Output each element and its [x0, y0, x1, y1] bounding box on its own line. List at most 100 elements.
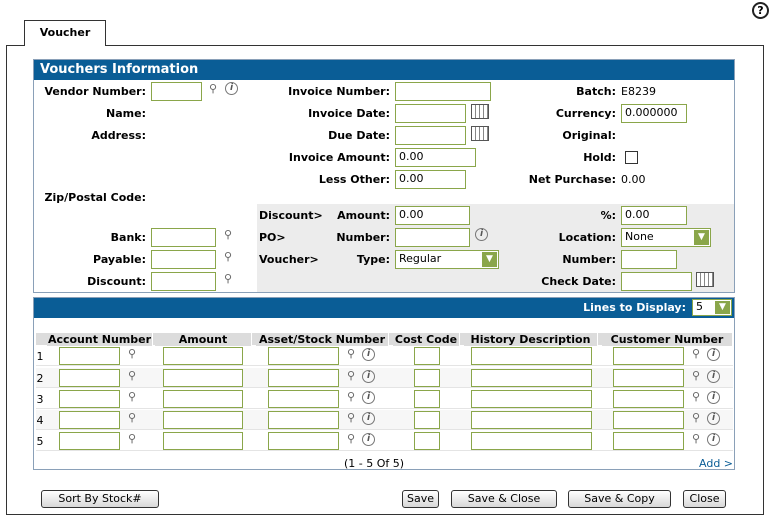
asset-stock-number-input[interactable] — [268, 411, 339, 429]
hold-checkbox[interactable] — [625, 151, 638, 164]
search-icon[interactable]: ⚲ — [125, 432, 139, 446]
due-date-input[interactable] — [395, 126, 466, 145]
add-line-link[interactable]: Add > — [699, 457, 733, 470]
tab-voucher[interactable]: Voucher — [24, 20, 106, 46]
asset-stock-number-input[interactable] — [268, 369, 339, 387]
search-icon[interactable]: ⚲ — [125, 411, 139, 425]
info-icon[interactable]: i — [707, 348, 720, 361]
search-icon[interactable]: ⚲ — [689, 347, 703, 361]
sort-by-stock-button[interactable]: Sort By Stock# — [41, 490, 159, 508]
currency-input[interactable]: 0.000000 — [621, 104, 687, 123]
search-icon[interactable]: ⚲ — [344, 411, 358, 425]
amount-input[interactable] — [163, 432, 243, 450]
info-icon[interactable]: i — [362, 370, 375, 383]
customer-number-input[interactable] — [613, 411, 684, 429]
lines-to-display-select[interactable]: 5 ▼ — [692, 299, 732, 316]
cost-code-input[interactable] — [414, 390, 440, 408]
close-button[interactable]: Close — [683, 490, 726, 508]
info-icon[interactable]: i — [362, 433, 375, 446]
search-icon[interactable]: ⚲ — [221, 272, 235, 286]
customer-number-input[interactable] — [613, 432, 684, 450]
history-description-input[interactable] — [471, 411, 592, 429]
discount-input[interactable] — [151, 272, 216, 291]
search-icon[interactable]: ⚲ — [125, 347, 139, 361]
search-icon[interactable]: ⚲ — [125, 369, 139, 383]
account-number-input[interactable] — [59, 390, 120, 408]
amount-input[interactable] — [163, 347, 243, 365]
account-number-input[interactable] — [59, 347, 120, 365]
col-customer-number: Customer Number — [602, 333, 733, 346]
amount-input[interactable] — [163, 411, 243, 429]
customer-number-input[interactable] — [613, 347, 684, 365]
type-select[interactable]: Regular ▼ — [395, 250, 499, 269]
history-description-input[interactable] — [471, 390, 592, 408]
invoice-number-input[interactable] — [395, 82, 491, 101]
calendar-icon[interactable] — [696, 272, 714, 287]
less-other-label: Less Other: — [318, 173, 390, 186]
search-icon[interactable]: ⚲ — [125, 390, 139, 404]
cost-code-input[interactable] — [414, 347, 440, 365]
cost-code-input[interactable] — [414, 369, 440, 387]
bank-input[interactable] — [151, 228, 216, 247]
info-icon[interactable]: i — [707, 412, 720, 425]
info-icon[interactable]: i — [707, 370, 720, 383]
name-label: Name: — [106, 107, 146, 120]
amount-input[interactable] — [163, 390, 243, 408]
invoice-number-label: Invoice Number: — [288, 85, 390, 98]
invoice-amount-input[interactable]: 0.00 — [395, 148, 476, 167]
save-close-button[interactable]: Save & Close — [451, 490, 557, 508]
amount-input[interactable] — [163, 369, 243, 387]
po-number-input[interactable] — [395, 228, 470, 247]
location-select[interactable]: None ▼ — [621, 228, 711, 247]
save-button[interactable]: Save — [402, 490, 439, 508]
cost-code-input[interactable] — [414, 411, 440, 429]
cost-code-input[interactable] — [414, 432, 440, 450]
help-icon[interactable]: ? — [752, 2, 769, 19]
info-icon[interactable]: i — [362, 391, 375, 404]
customer-number-input[interactable] — [613, 390, 684, 408]
calendar-icon[interactable] — [471, 126, 489, 141]
invoice-date-input[interactable] — [395, 104, 466, 123]
save-copy-button[interactable]: Save & Copy — [568, 490, 671, 508]
info-icon[interactable]: i — [475, 228, 488, 241]
search-icon[interactable]: ⚲ — [689, 369, 703, 383]
info-icon[interactable]: i — [362, 412, 375, 425]
calendar-icon[interactable] — [471, 104, 489, 119]
account-number-input[interactable] — [59, 369, 120, 387]
discount-amount-input[interactable]: 0.00 — [395, 206, 470, 225]
invoice-date-label: Invoice Date: — [308, 107, 390, 120]
vendor-number-input[interactable] — [151, 82, 202, 101]
row-number: 2 — [36, 372, 44, 385]
search-icon[interactable]: ⚲ — [689, 432, 703, 446]
zip-label: Zip/Postal Code: — [44, 191, 146, 204]
search-icon[interactable]: ⚲ — [689, 390, 703, 404]
history-description-input[interactable] — [471, 369, 592, 387]
search-icon[interactable]: ⚲ — [344, 347, 358, 361]
asset-stock-number-input[interactable] — [268, 390, 339, 408]
account-number-input[interactable] — [59, 432, 120, 450]
check-date-input[interactable] — [621, 272, 692, 291]
info-icon[interactable]: i — [707, 391, 720, 404]
voucher-number-input[interactable] — [621, 250, 677, 269]
history-description-input[interactable] — [471, 432, 592, 450]
info-icon[interactable]: i — [362, 348, 375, 361]
payable-input[interactable] — [151, 250, 216, 269]
search-icon[interactable]: ⚲ — [689, 411, 703, 425]
customer-number-input[interactable] — [613, 369, 684, 387]
asset-stock-number-input[interactable] — [268, 347, 339, 365]
info-icon[interactable]: i — [707, 433, 720, 446]
percent-input[interactable]: 0.00 — [621, 206, 687, 225]
search-icon[interactable]: ⚲ — [344, 390, 358, 404]
col-amount: Amount — [155, 333, 252, 346]
search-icon[interactable]: ⚲ — [206, 82, 220, 96]
account-number-input[interactable] — [59, 411, 120, 429]
less-other-input[interactable]: 0.00 — [395, 170, 466, 189]
info-icon[interactable]: i — [225, 82, 238, 95]
po-number-label: Number: — [336, 231, 390, 244]
search-icon[interactable]: ⚲ — [221, 228, 235, 242]
asset-stock-number-input[interactable] — [268, 432, 339, 450]
search-icon[interactable]: ⚲ — [221, 250, 235, 264]
search-icon[interactable]: ⚲ — [344, 369, 358, 383]
history-description-input[interactable] — [471, 347, 592, 365]
search-icon[interactable]: ⚲ — [344, 432, 358, 446]
